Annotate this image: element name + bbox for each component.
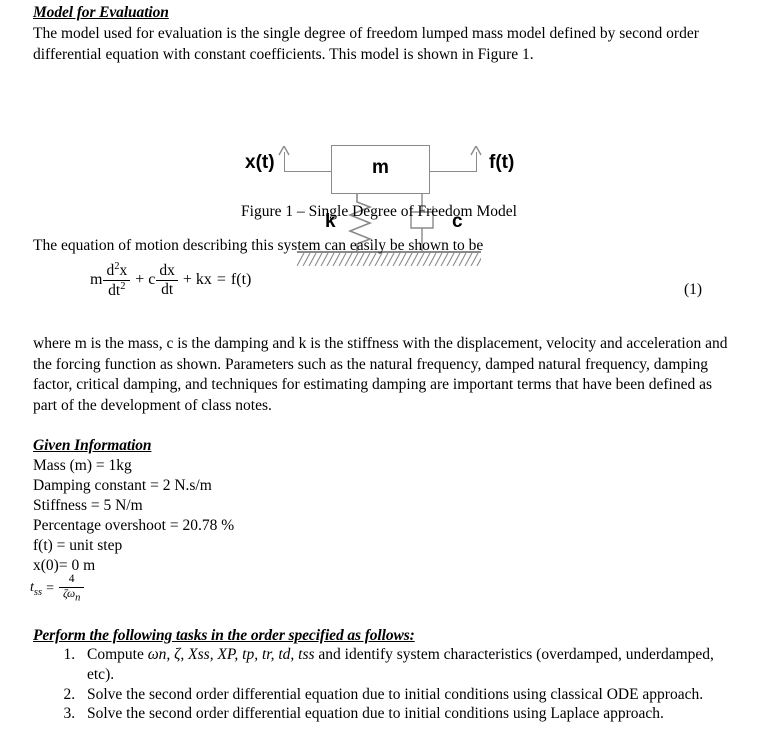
equation-of-motion: m d2x dt2 + c dx dt + kx = f(t) xyxy=(90,261,252,299)
tss-denominator: ζωn xyxy=(62,587,81,603)
mass-label: m xyxy=(372,157,389,178)
eq-plus-1: + xyxy=(135,271,145,289)
displacement-lead-line xyxy=(284,171,332,172)
eq-first-derivative-numerator: dx xyxy=(159,262,175,280)
eq-equals: = xyxy=(216,271,226,289)
tasks-list: Compute ωn, ζ, Xss, XP, tp, tr, td, tss … xyxy=(33,645,733,724)
eq-mass-coeff: m xyxy=(90,271,103,289)
model-intro-paragraph: The model used for evaluation is the sin… xyxy=(33,25,699,63)
tasks-list-container: Compute ωn, ζ, Xss, XP, tp, tr, td, tss … xyxy=(33,645,733,724)
force-arrow-head xyxy=(470,146,482,156)
eq-rhs: f(t) xyxy=(230,271,252,289)
task-item-2: Solve the second order differential equa… xyxy=(79,685,733,705)
given-stiffness-line: Stiffness = 5 N/m xyxy=(33,497,143,514)
displacement-arrow-head xyxy=(278,146,290,156)
given-overshoot-line: Percentage overshoot = 20.78 % xyxy=(33,517,235,534)
tss-lhs: tss xyxy=(30,579,43,598)
model-for-evaluation-heading: Model for Evaluation xyxy=(33,4,169,21)
displacement-label: x(t) xyxy=(245,152,275,173)
given-damping-line: Damping constant = 2 N.s/m xyxy=(33,477,212,494)
given-information-heading: Given Information xyxy=(33,437,152,454)
settling-time-formula: tss = 4 ζωn xyxy=(30,573,85,603)
task-1-symbols: ωn, ζ, Xss, XP, tp, tr, td, tss xyxy=(147,646,315,663)
document-page: Model for Evaluation The model used for … xyxy=(0,0,758,741)
task-item-1: Compute ωn, ζ, Xss, XP, tp, tr, td, tss … xyxy=(79,645,733,685)
given-forcing-line: f(t) = unit step xyxy=(33,537,123,554)
force-label: f(t) xyxy=(489,152,515,173)
eq-second-derivative-numerator: d2x xyxy=(106,261,128,280)
tasks-heading: Perform the following tasks in the order… xyxy=(33,627,415,644)
sdof-figure: m x(t) f(t) k c xyxy=(0,66,758,266)
eq-first-derivative-fraction: dx dt xyxy=(156,263,178,297)
force-lead-line xyxy=(429,171,477,172)
task-item-3: Solve the second order differential equa… xyxy=(79,704,733,724)
task-1-prefix: Compute xyxy=(87,646,148,663)
eq-first-derivative-denominator: dt xyxy=(161,280,174,298)
tss-fraction: 4 ζωn xyxy=(58,573,85,603)
parameters-paragraph: where m is the mass, c is the damping an… xyxy=(33,335,728,414)
eq-second-derivative-fraction: d2x dt2 xyxy=(103,261,131,299)
eq-damping-coeff: c xyxy=(148,271,156,289)
eq-plus-2: + xyxy=(182,271,192,289)
equation-intro-paragraph: The equation of motion describing this s… xyxy=(33,237,484,254)
tss-numerator: 4 xyxy=(68,573,75,585)
figure-caption: Figure 1 – Single Degree of Freedom Mode… xyxy=(241,203,517,220)
eq-stiffness-term: kx xyxy=(195,271,212,289)
tss-equals: = xyxy=(46,580,54,596)
equation-number: (1) xyxy=(684,281,703,298)
given-mass-line: Mass (m) = 1kg xyxy=(33,457,132,474)
eq-second-derivative-denominator: dt2 xyxy=(108,280,126,299)
